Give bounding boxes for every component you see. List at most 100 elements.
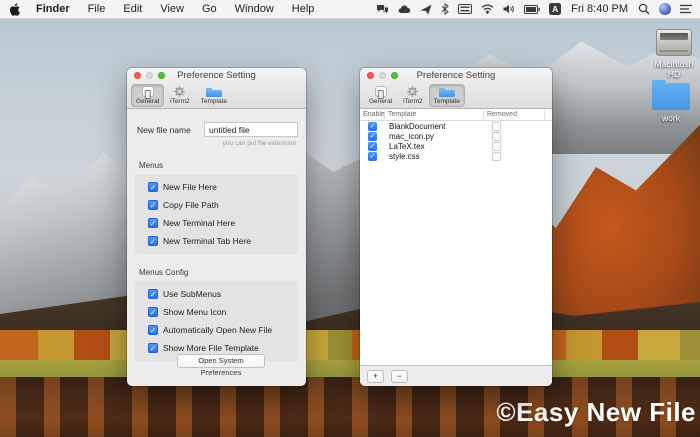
cloud-icon[interactable]: [398, 4, 411, 14]
tab-template[interactable]: Template: [429, 84, 465, 107]
preference-window-template: Preference Setting General iTerm2 Templa…: [360, 68, 552, 386]
tab-general[interactable]: General: [131, 84, 164, 107]
menu-item-file[interactable]: File: [79, 0, 115, 19]
menu-bar-left: Finder File Edit View Go Window Help: [0, 0, 323, 19]
menu-item-go[interactable]: Go: [193, 0, 226, 19]
checkbox-icon[interactable]: [148, 325, 158, 335]
table-row[interactable]: style.css: [360, 151, 552, 161]
close-button[interactable]: [134, 72, 141, 79]
airdrop-icon[interactable]: [420, 4, 432, 15]
checkbox-automatically-open-new-file[interactable]: Automatically Open New File: [148, 325, 298, 335]
enable-checkbox[interactable]: [368, 142, 377, 151]
column-enable[interactable]: Enable: [360, 109, 385, 121]
siri-icon[interactable]: [659, 3, 671, 15]
title-bar[interactable]: Preference Setting: [360, 68, 552, 83]
tab-iterm2[interactable]: iTerm2: [398, 84, 428, 107]
checkbox-copy-file-path[interactable]: Copy File Path: [148, 200, 298, 210]
input-source-icon[interactable]: A: [549, 3, 561, 15]
folder-icon: [652, 83, 690, 110]
general-tab-icon: [375, 86, 387, 97]
folder-tab-icon: [206, 90, 222, 97]
menu-bar-status: A Fri 8:40 PM: [376, 3, 700, 15]
checkbox-icon[interactable]: [148, 236, 158, 246]
desktop-icon-label: work: [648, 113, 694, 123]
removed-checkbox[interactable]: [492, 142, 501, 151]
folder-tab-icon: [439, 90, 455, 97]
window-title: Preference Setting: [417, 70, 496, 81]
title-bar[interactable]: Preference Setting: [127, 68, 306, 83]
general-tab-icon: [142, 86, 154, 97]
notification-center-icon[interactable]: [680, 4, 692, 14]
close-button[interactable]: [367, 72, 374, 79]
column-gutter: [545, 109, 552, 121]
menu-item-window[interactable]: Window: [226, 0, 283, 19]
menu-bar: Finder File Edit View Go Window Help: [0, 0, 700, 19]
zoom-button[interactable]: [391, 72, 398, 79]
checkbox-show-menu-icon[interactable]: Show Menu Icon: [148, 307, 298, 317]
tab-general[interactable]: General: [364, 84, 397, 107]
tab-iterm2[interactable]: iTerm2: [165, 84, 195, 107]
bluetooth-icon[interactable]: [441, 3, 449, 15]
checkbox-icon[interactable]: [148, 343, 158, 353]
gear-icon: [172, 86, 187, 97]
table-row[interactable]: mac_icon.py: [360, 131, 552, 141]
menu-item-edit[interactable]: Edit: [114, 0, 151, 19]
column-removed[interactable]: Removed: [484, 109, 545, 121]
checkbox-icon[interactable]: [148, 200, 158, 210]
menus-config-group: Use SubMenus Show Menu Icon Automaticall…: [135, 281, 298, 361]
menu-item-finder[interactable]: Finder: [27, 0, 79, 19]
enable-checkbox[interactable]: [368, 122, 377, 131]
menu-bar-clock[interactable]: Fri 8:40 PM: [570, 3, 629, 15]
add-template-button[interactable]: +: [367, 370, 384, 383]
keyboard-icon[interactable]: [458, 4, 472, 14]
open-system-preferences-button[interactable]: Open System Preferences: [177, 354, 265, 368]
toolbar-tabs: General iTerm2 Template: [360, 83, 552, 109]
checkbox-icon[interactable]: [148, 182, 158, 192]
removed-checkbox[interactable]: [492, 132, 501, 141]
checkbox-new-terminal-here[interactable]: New Terminal Here: [148, 218, 298, 228]
column-template[interactable]: Template: [385, 109, 484, 121]
battery-icon[interactable]: [524, 5, 540, 14]
checkbox-use-submenus[interactable]: Use SubMenus: [148, 289, 298, 299]
menu-item-help[interactable]: Help: [283, 0, 324, 19]
checkbox-new-terminal-tab-here[interactable]: New Terminal Tab Here: [148, 236, 298, 246]
checkbox-new-file-here[interactable]: New File Here: [148, 182, 298, 192]
table-row[interactable]: LaTeX.tex: [360, 141, 552, 151]
spotlight-icon[interactable]: [638, 3, 650, 15]
gear-icon: [405, 86, 420, 97]
new-file-name-label: New file name: [137, 125, 191, 135]
checkbox-icon[interactable]: [148, 289, 158, 299]
desktop-icon-label: Macintosh HD: [651, 59, 697, 79]
zoom-button[interactable]: [158, 72, 165, 79]
watermark: ©Easy New File: [496, 397, 696, 428]
removed-checkbox[interactable]: [492, 152, 501, 161]
desktop-icon-work-folder[interactable]: work: [648, 83, 694, 123]
desktop-icon-macintosh-hd[interactable]: Macintosh HD: [651, 29, 697, 79]
enable-checkbox[interactable]: [368, 152, 377, 161]
new-file-name-input[interactable]: [204, 122, 298, 137]
traffic-lights: [134, 72, 165, 79]
checkbox-icon[interactable]: [148, 307, 158, 317]
remove-template-button[interactable]: −: [391, 370, 408, 383]
tab-template[interactable]: Template: [196, 84, 232, 107]
wifi-icon[interactable]: [481, 4, 494, 14]
table-footer: + −: [360, 365, 552, 386]
hard-drive-icon: [656, 29, 692, 56]
menu-item-view[interactable]: View: [151, 0, 193, 19]
window-title: Preference Setting: [177, 70, 256, 81]
volume-icon[interactable]: [503, 4, 515, 14]
template-name: BlankDocument: [385, 122, 484, 131]
apple-icon[interactable]: [0, 3, 27, 16]
removed-checkbox[interactable]: [492, 122, 501, 131]
table-row[interactable]: BlankDocument: [360, 121, 552, 131]
minimize-button[interactable]: [146, 72, 153, 79]
messages-icon[interactable]: [376, 4, 389, 15]
preference-window-general: Preference Setting General iTerm2 Templa…: [127, 68, 306, 386]
file-extension-hint: you can put file extension: [127, 137, 306, 147]
checkbox-show-more-file-template[interactable]: Show More File Template: [148, 343, 298, 353]
checkbox-icon[interactable]: [148, 218, 158, 228]
template-table: Enable Template Removed BlankDocument ma…: [360, 109, 552, 365]
enable-checkbox[interactable]: [368, 132, 377, 141]
minimize-button[interactable]: [379, 72, 386, 79]
template-name: mac_icon.py: [385, 132, 484, 141]
